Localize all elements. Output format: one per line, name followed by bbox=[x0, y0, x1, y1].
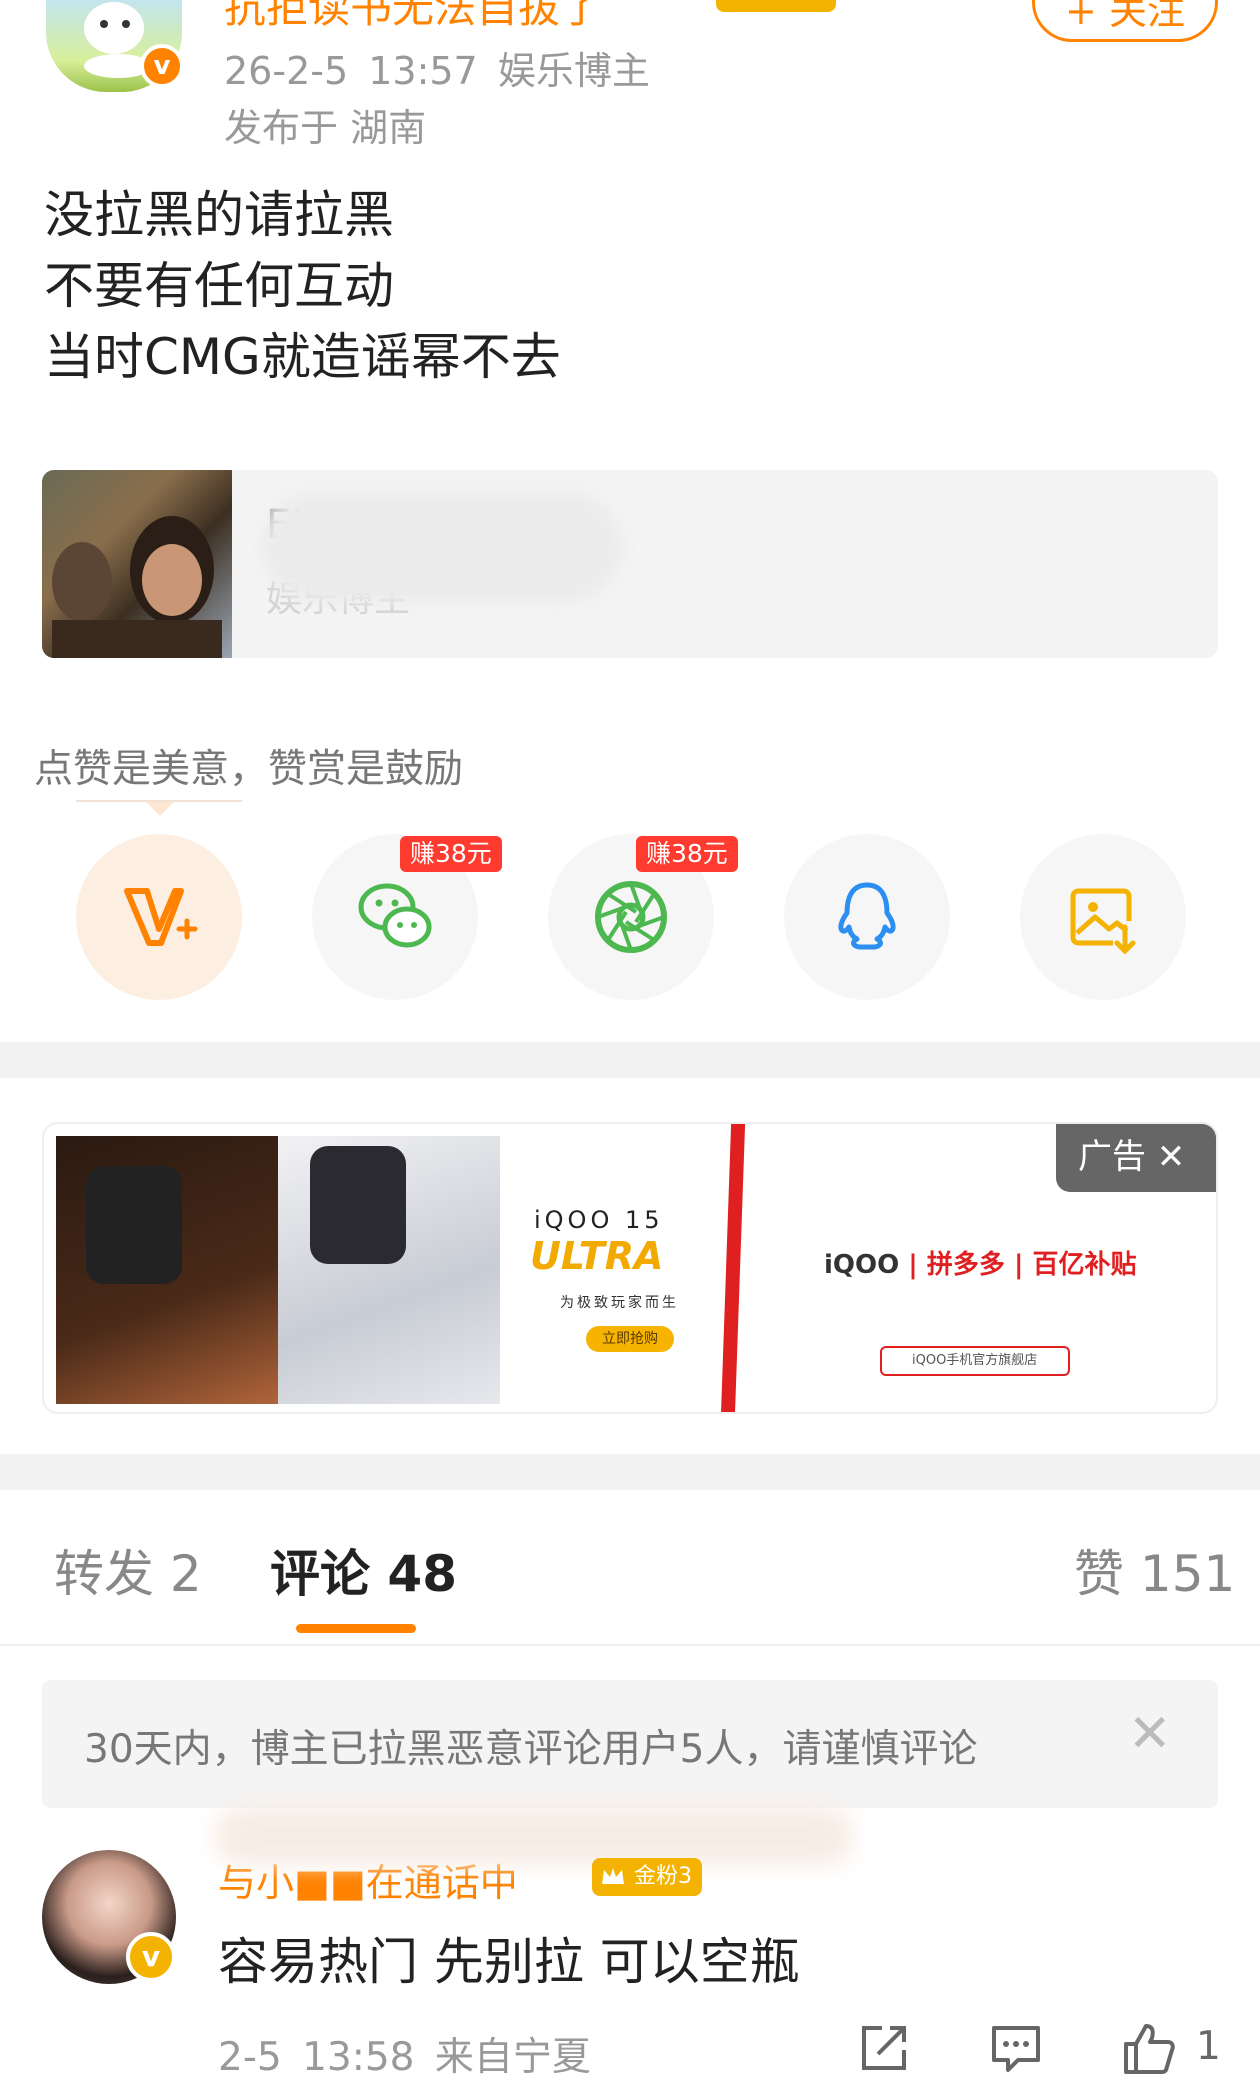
active-tab-indicator bbox=[296, 1624, 416, 1633]
member-badge-icon bbox=[716, 0, 836, 12]
share-qq-button[interactable] bbox=[784, 834, 950, 1000]
earn-badge: 赚38元 bbox=[400, 836, 502, 872]
comment-meta: 2-5 13:58 来自宁夏 bbox=[218, 2035, 591, 2080]
reply-icon[interactable] bbox=[988, 2020, 1044, 2076]
ad-partners: iQOO | 拼多多 | 百亿补贴 bbox=[824, 1250, 1137, 1280]
tab-divider bbox=[0, 1644, 1260, 1646]
ad-buy-button[interactable]: 立即抢购 bbox=[586, 1326, 674, 1352]
quoted-post-image bbox=[42, 470, 232, 658]
like-count: 1 bbox=[1196, 2024, 1221, 2069]
post-body: 没拉黑的请拉黑 不要有任何互动 当时CMG就造谣幂不去 bbox=[44, 186, 561, 386]
close-icon[interactable]: ✕ bbox=[1128, 1708, 1172, 1760]
ad-partner: 拼多多 bbox=[926, 1250, 1005, 1280]
follow-button[interactable]: + 关注 bbox=[1032, 0, 1218, 42]
phone-camera-module bbox=[310, 1146, 406, 1264]
crown-icon bbox=[602, 1868, 624, 1884]
save-image-button[interactable] bbox=[1020, 834, 1186, 1000]
ad-partner: 百亿补贴 bbox=[1032, 1250, 1137, 1280]
ad-partner: iQOO bbox=[824, 1250, 900, 1280]
tab-reposts[interactable]: 转发 2 bbox=[54, 1534, 202, 1606]
moments-icon bbox=[595, 881, 667, 953]
ad-phone-image bbox=[56, 1136, 278, 1404]
ad-brand: iQOO 15 bbox=[534, 1206, 664, 1234]
verified-badge-icon: v bbox=[126, 1932, 176, 1982]
section-divider bbox=[0, 1454, 1260, 1490]
fan-level-badge: 金粉3 bbox=[592, 1858, 702, 1896]
post-meta: 26-2-5 13:57 娱乐博主 bbox=[224, 40, 650, 95]
ad-store-search[interactable]: iQOO手机官方旗舰店 bbox=[880, 1346, 1070, 1376]
reward-tip: 点赞是美意，赞赏是鼓励 bbox=[34, 747, 464, 792]
ad-divider bbox=[720, 1124, 746, 1412]
author-role: 娱乐博主 bbox=[497, 49, 650, 93]
phone-camera-module bbox=[86, 1166, 182, 1284]
tip-pointer-icon bbox=[146, 802, 174, 816]
ad-banner[interactable]: iQOO 15 ULTRA 为极致玩家而生 立即抢购 iQOO | 拼多多 | … bbox=[42, 1122, 1218, 1414]
quoted-post-card[interactable]: Ell 娱乐博主 bbox=[42, 470, 1218, 658]
tab-comments[interactable]: 评论 48 bbox=[270, 1534, 457, 1606]
notice-text: 30天内，博主已拉黑恶意评论用户5人，请谨慎评论 bbox=[84, 1727, 978, 1772]
section-divider bbox=[0, 1042, 1260, 1078]
qq-icon bbox=[838, 882, 896, 950]
ad-close-button[interactable]: 广告 ✕ bbox=[1056, 1124, 1216, 1192]
tab-likes[interactable]: 赞 151 bbox=[1074, 1534, 1235, 1606]
save-image-icon bbox=[1070, 888, 1136, 955]
redaction-blur bbox=[262, 492, 622, 602]
share-icon[interactable] bbox=[856, 2020, 912, 2076]
wechat-icon bbox=[358, 883, 432, 948]
ad-phone-image bbox=[278, 1136, 500, 1404]
comment-text: 容易热门 先别拉 可以空瓶 bbox=[218, 1933, 800, 1991]
author-name[interactable]: 抗拒读书无法自拔了 bbox=[224, 0, 602, 35]
like-icon[interactable] bbox=[1120, 2020, 1176, 2076]
ad-slogan: 为极致玩家而生 bbox=[560, 1295, 679, 1311]
fan-level-label: 金粉3 bbox=[634, 1864, 692, 1889]
post-location: 发布于 湖南 bbox=[224, 106, 427, 150]
reward-v-icon bbox=[124, 888, 198, 946]
verified-badge-icon: v bbox=[140, 44, 184, 88]
ad-headline: ULTRA bbox=[530, 1234, 664, 1278]
blocked-users-notice: 30天内，博主已拉黑恶意评论用户5人，请谨慎评论 ✕ bbox=[42, 1680, 1218, 1808]
redaction-blur bbox=[214, 1806, 854, 1866]
post-time: 26-2-5 13:57 bbox=[224, 49, 478, 93]
reward-button[interactable] bbox=[76, 834, 242, 1000]
earn-badge: 赚38元 bbox=[636, 836, 738, 872]
